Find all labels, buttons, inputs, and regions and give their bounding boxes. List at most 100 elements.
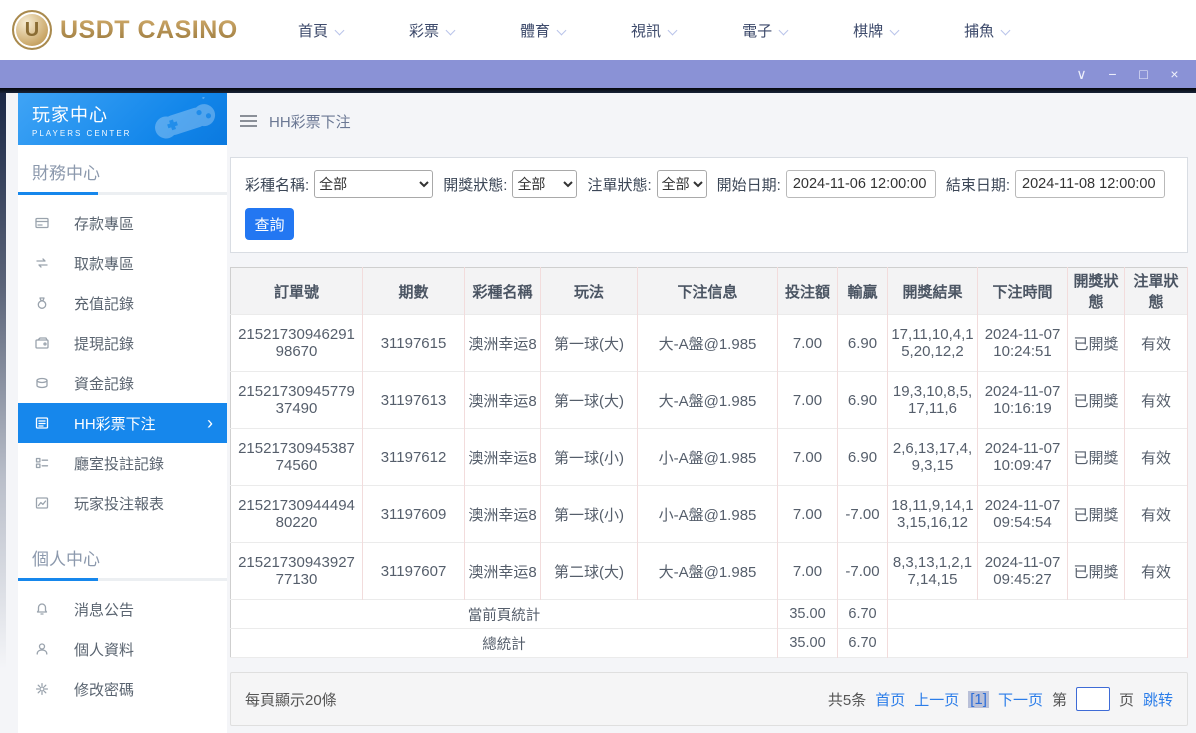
sidebar-item-label: 取款專區 — [74, 255, 135, 273]
cell-order-no: 2152173094538774560 — [230, 428, 363, 486]
order-status-select[interactable]: 全部 — [656, 170, 707, 198]
next-page-link[interactable]: 下一页 — [998, 689, 1043, 710]
chevron-down-icon — [334, 25, 345, 35]
lottery-list-icon — [34, 415, 50, 431]
sidebar-item-充值記錄[interactable]: 充值記錄 — [18, 283, 227, 323]
cell-bet-time: 2024-11-07 10:16:19 — [977, 371, 1068, 429]
table-row: 2152173094392777130 31197607 澳洲幸运8 第二球(大) 大-… — [230, 542, 1188, 600]
sidebar-item-HH彩票下注[interactable]: HH彩票下注 › — [18, 403, 227, 443]
cell-order-status: 有效 — [1124, 485, 1188, 543]
minimize-icon[interactable]: − — [1097, 60, 1128, 88]
maximize-icon[interactable]: □ — [1128, 60, 1159, 88]
nav-item-label: 捕魚 — [964, 22, 995, 40]
cell-play-type: 第一球(小) — [540, 428, 638, 486]
chevron-down-icon — [667, 25, 678, 35]
total-summary-row: 總統計 35.00 6.70 — [230, 628, 1188, 658]
sidebar-item-存款專區[interactable]: 存款專區 — [18, 203, 227, 243]
cell-win-loss: 6.90 — [837, 371, 888, 429]
order-status-label: 注單狀態: — [587, 176, 652, 194]
cell-lottery-name: 澳洲幸运8 — [464, 542, 541, 600]
cell-bet-amount: 7.00 — [777, 314, 838, 372]
cell-play-type: 第二球(大) — [540, 542, 638, 600]
nav-item-5[interactable]: 棋牌 — [853, 20, 900, 41]
cell-draw-status: 已開獎 — [1067, 428, 1125, 486]
sidebar-item-消息公告[interactable]: 消息公告 — [18, 589, 227, 629]
chevron-down-icon[interactable]: ∨ — [1066, 60, 1097, 88]
table-row: 2152173094449480220 31197609 澳洲幸运8 第一球(小) 小-… — [230, 485, 1188, 543]
nav-item-2[interactable]: 體育 — [520, 20, 567, 41]
nav-item-0[interactable]: 首頁 — [298, 20, 345, 41]
pagination-bar: 每頁顯示20條 共5条 首页 上一页 [1] 下一页 第 页 跳转 — [230, 672, 1188, 726]
funds-coins-icon — [34, 375, 50, 391]
cell-bet-amount: 7.00 — [777, 485, 838, 543]
sidebar-item-個人資料[interactable]: 個人資料 — [18, 629, 227, 669]
chevron-right-icon: › — [207, 413, 213, 433]
start-date-label: 開始日期: — [716, 176, 781, 194]
end-date-input[interactable] — [1015, 170, 1165, 198]
nav-item-4[interactable]: 電子 — [742, 20, 789, 41]
cell-bet-info: 大-A盤@1.985 — [637, 314, 778, 372]
nav-item-6[interactable]: 捕魚 — [964, 20, 1011, 41]
cell-draw-result: 19,3,10,8,5,17,11,6 — [887, 371, 978, 429]
menu-toggle-icon[interactable] — [240, 112, 257, 130]
cell-bet-time: 2024-11-07 10:24:51 — [977, 314, 1068, 372]
cell-period: 31197613 — [362, 371, 465, 429]
section-title-2: 代理中心 — [18, 717, 227, 733]
sidebar-item-label: 廳室投註記錄 — [74, 455, 165, 473]
sidebar-item-label: 修改密碼 — [74, 681, 135, 699]
sidebar-item-label: 充值記錄 — [74, 295, 135, 313]
hall-records-icon — [34, 455, 50, 471]
sidebar-item-玩家投注報表[interactable]: 玩家投注報表 — [18, 483, 227, 523]
jump-action-link[interactable]: 跳转 — [1143, 689, 1173, 710]
end-date-label: 結束日期: — [945, 176, 1010, 194]
cell-order-no: 2152173094629198670 — [230, 314, 363, 372]
sidebar-item-取款專區[interactable]: 取款專區 — [18, 243, 227, 283]
nav-item-1[interactable]: 彩票 — [409, 20, 456, 41]
recharge-moneybag-icon — [34, 295, 50, 311]
cell-bet-time: 2024-11-07 09:54:54 — [977, 485, 1068, 543]
total-count-text: 共5条 — [827, 691, 867, 709]
total-summary-label: 總統計 — [230, 628, 778, 658]
nav-item-label: 電子 — [742, 22, 773, 40]
sidebar-item-資金記錄[interactable]: 資金記錄 — [18, 363, 227, 403]
cell-bet-time: 2024-11-07 10:09:47 — [977, 428, 1068, 486]
sidebar-item-廳室投註記錄[interactable]: 廳室投註記錄 — [18, 443, 227, 483]
cell-lottery-name: 澳洲幸运8 — [464, 371, 541, 429]
left-edge-strip — [0, 93, 6, 733]
chevron-down-icon — [1000, 25, 1011, 35]
nav-item-label: 視訊 — [631, 22, 662, 40]
cashout-wallet-icon — [34, 335, 50, 351]
cell-period: 31197609 — [362, 485, 465, 543]
lottery-name-select[interactable]: 全部 — [314, 170, 434, 198]
cell-order-status: 有效 — [1124, 428, 1188, 486]
prev-page-link[interactable]: 上一页 — [914, 689, 959, 710]
window-controls: ∨ − □ × — [1066, 60, 1190, 88]
close-icon[interactable]: × — [1159, 60, 1190, 88]
sidebar-item-label: 存款專區 — [74, 215, 135, 233]
jump-suffix-text: 页 — [1118, 691, 1134, 709]
draw-status-select[interactable]: 全部 — [512, 170, 578, 198]
column-header-order-status: 注單狀態 — [1124, 267, 1188, 315]
lottery-name-label: 彩種名稱: — [245, 176, 310, 194]
search-button[interactable]: 查詢 — [245, 208, 294, 240]
sidebar-item-提現記錄[interactable]: 提現記錄 — [18, 323, 227, 363]
current-page-indicator[interactable]: [1] — [968, 690, 989, 708]
usdt-casino-logo[interactable]: U USDT CASINO — [12, 10, 262, 50]
first-page-link[interactable]: 首页 — [875, 689, 905, 710]
cell-draw-result: 17,11,10,4,15,20,12,2 — [887, 314, 978, 372]
nav-item-3[interactable]: 視訊 — [631, 20, 678, 41]
filter-panel: 彩種名稱: 全部 開獎狀態: 全部 注單狀態: 全部 開始日期: 結束日期: 查… — [230, 157, 1188, 253]
cell-bet-amount: 7.00 — [777, 542, 838, 600]
page-summary-bet-amount: 35.00 — [777, 599, 838, 629]
jump-page-input[interactable] — [1075, 687, 1110, 711]
app-window: U USDT CASINO 首頁 彩票 體育 視訊 電子 棋牌 捕魚 ∨ − □ × 玩家中心 P… — [0, 0, 1196, 733]
start-date-input[interactable] — [785, 170, 936, 198]
sidebar-item-修改密碼[interactable]: 修改密碼 — [18, 669, 227, 709]
sidebar-item-label: 消息公告 — [74, 601, 135, 619]
cell-win-loss: 6.90 — [837, 428, 888, 486]
user-icon — [34, 641, 50, 657]
section-title-0: 財務中心 — [32, 164, 100, 183]
table-row: 2152173094629198670 31197615 澳洲幸运8 第一球(大) 大-… — [230, 314, 1188, 372]
gear-icon — [34, 681, 50, 697]
column-header-lottery-name: 彩種名稱 — [464, 267, 541, 315]
